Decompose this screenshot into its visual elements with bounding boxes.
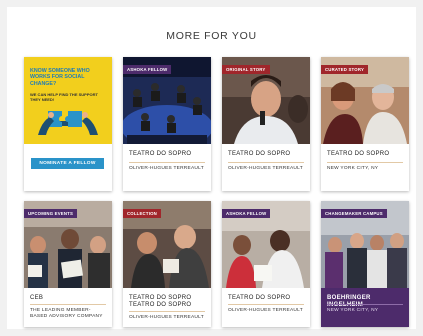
card-title: BOEHRINGER INGELHEIM (327, 295, 371, 308)
card-subtitle: OLIVER-HUGUES TERREAULT (129, 166, 204, 171)
card-subtitle: OLIVER-HUGUES TERREAULT (228, 166, 303, 171)
card-divider (327, 304, 403, 305)
category-badge: COLLECTION (123, 209, 161, 218)
nominate-fellow-button[interactable]: NOMINATE A FELLOW (31, 158, 104, 169)
card-subtitle: NEW YORK CITY, NY (327, 308, 379, 313)
card-divider (228, 304, 304, 305)
nominate-card-banner: KNOW SOMEONE WHO WORKS FOR SOCIAL CHANGE… (24, 57, 112, 144)
section-title: MORE FOR YOU (166, 30, 257, 42)
story-card[interactable]: CURATED STORY TEATRO DO SOPRO NEW YORK C… (321, 57, 409, 191)
category-badge: CURATED STORY (321, 65, 369, 74)
category-badge: ASHOKA FELLOW (222, 209, 271, 218)
nominate-card[interactable]: KNOW SOMEONE WHO WORKS FOR SOCIAL CHANGE… (24, 57, 112, 191)
card-divider (327, 162, 403, 163)
story-card[interactable]: ASHOKA FELLOW TEATRO DO SOPRO OLIVER-HUG… (123, 57, 211, 191)
card-title: CEB (30, 295, 44, 301)
story-card[interactable]: COLLECTION TEATRO DO SOPRO TEATRO DO SOP… (123, 201, 211, 327)
category-badge: ORIGINAL STORY (222, 65, 270, 74)
card-divider (30, 304, 106, 305)
category-badge: UPCOMING EVENTS (24, 209, 78, 218)
card-subtitle: THE LEADING MEMBER-BASED ADVISORY COMPAN… (30, 308, 103, 319)
card-title: TEATRO DO SOPRO (327, 151, 390, 157)
category-badge: ASHOKA FELLOW (123, 65, 172, 74)
category-badge: CHANGEMAKER CAMPUS (321, 209, 387, 218)
card-subtitle: NEW YORK CITY, NY (327, 166, 379, 171)
story-card[interactable]: ORIGINAL STORY TEATRO DO SOPRO OLIVER-HU… (222, 57, 310, 191)
card-title: TEATRO DO SOPRO (129, 151, 192, 157)
card-subtitle: OLIVER-HUGUES TERREAULT (129, 315, 204, 320)
card-title: TEATRO DO SOPRO TEATRO DO SOPRO (129, 295, 192, 308)
card-divider (129, 311, 205, 312)
card-title: TEATRO DO SOPRO (228, 151, 291, 157)
more-for-you-section: MORE FOR YOU KNOW SOMEONE WHO WORKS FOR … (7, 7, 416, 329)
card-divider (129, 162, 205, 163)
card-subtitle: OLIVER-HUGUES TERREAULT (228, 308, 303, 313)
card-title: TEATRO DO SOPRO (228, 295, 291, 301)
story-card[interactable]: ASHOKA FELLOW TEATRO DO SOPRO OLIVER-HUG… (222, 201, 310, 327)
story-card[interactable]: CHANGEMAKER CAMPUS BOEHRINGER INGELHEIM … (321, 201, 409, 327)
card-divider (228, 162, 304, 163)
story-card[interactable]: UPCOMING EVENTS CEB THE LEADING MEMBER-B… (24, 201, 112, 327)
puzzle-hands-icon (38, 111, 98, 135)
